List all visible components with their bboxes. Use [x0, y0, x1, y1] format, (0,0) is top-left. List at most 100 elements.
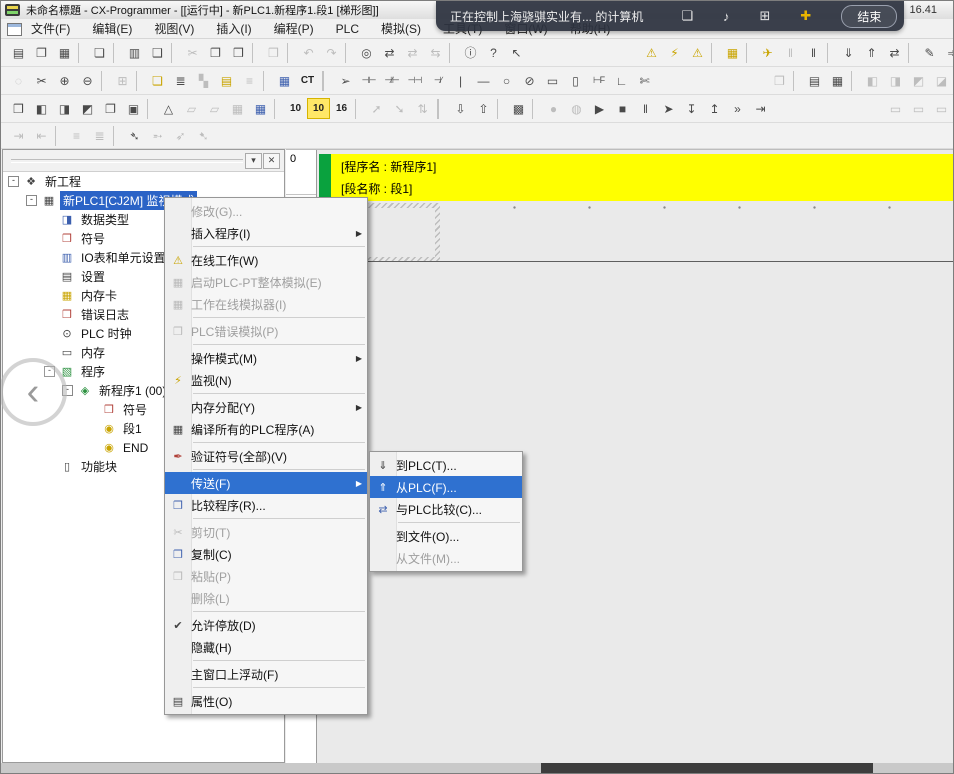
new-document-icon[interactable]: ▤: [7, 42, 30, 63]
cut-icon[interactable]: ✂: [181, 42, 204, 63]
force-off-icon[interactable]: ➘: [388, 98, 411, 119]
open-project-icon[interactable]: ❐: [30, 42, 53, 63]
new-or-closed-contact-icon[interactable]: ⊣∕: [426, 70, 449, 91]
indent-icon[interactable]: ⇥: [7, 125, 30, 146]
window-view-2-icon[interactable]: ◨: [884, 70, 907, 91]
debug-mode-icon[interactable]: ✈: [756, 42, 779, 63]
find-next-icon[interactable]: ⇄: [401, 42, 424, 63]
clock-pulse-icon[interactable]: CT: [296, 70, 319, 91]
new-closed-contact-icon[interactable]: ⊣∕⊢: [380, 70, 403, 91]
menu-program[interactable]: 编程(P): [274, 20, 314, 37]
decimal-monitor-icon[interactable]: 10: [284, 98, 307, 119]
menu-item-compare-program[interactable]: ❐ 比较程序(R)...: [165, 494, 367, 516]
new-pls-instruction-icon[interactable]: ▯: [564, 70, 587, 91]
trace-window-icon[interactable]: ▱: [203, 98, 226, 119]
download-to-plc-icon[interactable]: ⇓: [837, 42, 860, 63]
simulator-settings-icon[interactable]: ▩: [507, 98, 530, 119]
zoom-in-icon[interactable]: ⊕: [53, 70, 76, 91]
menu-item-insert-program[interactable]: 插入程序(I) ▶: [165, 222, 367, 244]
diagram-window-icon[interactable]: ◨: [53, 98, 76, 119]
upload-from-plc-icon[interactable]: ⇑: [860, 42, 883, 63]
menu-item-delete[interactable]: 删除(L): [165, 587, 367, 609]
fb-parameter-icon[interactable]: ∟: [610, 70, 633, 91]
menu-item-work-online-simulator[interactable]: ▦ 工作在线模拟器(I): [165, 293, 367, 315]
sim-stop-icon[interactable]: ■: [611, 98, 634, 119]
panel-close-button[interactable]: ✕: [263, 153, 280, 169]
new-contact-icon[interactable]: ⊣⊢: [357, 70, 380, 91]
go-next-address-icon[interactable]: ➵: [146, 125, 169, 146]
submenu-item-to-plc[interactable]: ⇓ 到PLC(T)...: [370, 454, 522, 476]
fullscreen-icon[interactable]: ❏: [681, 8, 693, 24]
hex-monitor-icon[interactable]: 16: [330, 98, 353, 119]
menu-file[interactable]: 文件(F): [31, 20, 70, 37]
compile-plc-icon[interactable]: ▤: [803, 70, 826, 91]
function-block-invoke-icon[interactable]: ⊢F: [587, 70, 610, 91]
rung-comment-block[interactable]: [程序名 : 新程序1] [段名称 : 段1]: [319, 154, 953, 201]
end-session-button[interactable]: 结束: [841, 5, 897, 28]
menu-item-work-online[interactable]: ⚠ 在线工作(W): [165, 249, 367, 271]
panel-toggle-3-icon[interactable]: ▭: [930, 98, 953, 119]
print-preview-icon[interactable]: ❑: [146, 42, 169, 63]
pause-monitoring-icon[interactable]: ‖: [779, 42, 802, 63]
go-next-output-icon[interactable]: ➶: [169, 125, 192, 146]
transfer-fb-icon[interactable]: ❒: [768, 70, 791, 91]
save-project-icon[interactable]: ▦: [53, 42, 76, 63]
auto-online-icon[interactable]: ⚡: [663, 42, 686, 63]
block-comment-icon[interactable]: ≡: [65, 125, 88, 146]
ladder-monitor-icon[interactable]: ▤: [215, 70, 238, 91]
program-mode-icon[interactable]: ▦: [721, 42, 744, 63]
menu-edit[interactable]: 编辑(E): [92, 20, 132, 37]
transfer-settings-icon[interactable]: ⇩: [449, 98, 472, 119]
rung-comment-list-icon[interactable]: ≣: [88, 125, 111, 146]
find-all-icon[interactable]: ⇆: [424, 42, 447, 63]
menu-item-properties[interactable]: ▤ 属性(O): [165, 690, 367, 712]
menu-insert[interactable]: 插入(I): [216, 20, 251, 37]
tile-window-icon[interactable]: ❐: [99, 98, 122, 119]
clear-breaks-icon[interactable]: ◍: [565, 98, 588, 119]
paste-icon[interactable]: ❒: [227, 42, 250, 63]
menu-item-hide[interactable]: 隐藏(H): [165, 636, 367, 658]
vertical-line-icon[interactable]: |: [449, 70, 472, 91]
window-view-1-icon[interactable]: ◧: [861, 70, 884, 91]
video-progress-bar[interactable]: [1, 763, 953, 773]
tree-item-new-project[interactable]: - ❖ 新工程: [3, 172, 284, 191]
menu-item-memory-allocation[interactable]: 内存分配(Y) ▶: [165, 396, 367, 418]
tree-expander[interactable]: -: [26, 195, 37, 206]
menu-item-modify[interactable]: 修改(G)...: [165, 200, 367, 222]
erase-tool-icon[interactable]: ✄: [633, 70, 656, 91]
menu-item-paste[interactable]: ❒ 粘贴(P): [165, 565, 367, 587]
sim-step-out-icon[interactable]: ↥: [703, 98, 726, 119]
work-online-icon[interactable]: ⚠: [640, 42, 663, 63]
redo-icon[interactable]: ↷: [320, 42, 343, 63]
new-instruction-icon[interactable]: ▭: [541, 70, 564, 91]
menu-item-copy[interactable]: ❐ 复制(C): [165, 543, 367, 565]
menu-item-verify-symbols-all[interactable]: ✒ 验证符号(全部)(V): [165, 445, 367, 467]
new-closed-coil-icon[interactable]: ⊘: [518, 70, 541, 91]
menu-item-compile-all-plc-programs[interactable]: ▦ 编译所有的PLC程序(A): [165, 418, 367, 440]
menu-item-float-in-main-window[interactable]: 主窗口上浮动(F): [165, 663, 367, 685]
data-trace-icon[interactable]: ▦: [226, 98, 249, 119]
go-to-rung-icon[interactable]: ➴: [123, 125, 146, 146]
io-comment-view-icon[interactable]: ▦: [273, 70, 296, 91]
menu-item-operating-mode[interactable]: 操作模式(M) ▶: [165, 347, 367, 369]
send-online-edit-icon[interactable]: ➾: [941, 42, 954, 63]
monitor-window-icon[interactable]: △: [157, 98, 180, 119]
rung-wrap-icon[interactable]: ▚: [192, 70, 215, 91]
signed-decimal-monitor-icon[interactable]: 10: [307, 98, 330, 119]
compile-all-icon[interactable]: ▦: [826, 70, 849, 91]
window-panel-icon[interactable]: ⊞: [760, 8, 771, 24]
back-navigation-overlay[interactable]: ‹: [0, 358, 67, 426]
float-window-icon[interactable]: ◧: [30, 98, 53, 119]
replace-icon[interactable]: ⇄: [378, 42, 401, 63]
submenu-item-from-plc[interactable]: ⇑ 从PLC(F)...: [370, 476, 522, 498]
horizontal-line-icon[interactable]: —: [472, 70, 495, 91]
panel-toggle-1-icon[interactable]: ▭: [884, 98, 907, 119]
go-back-icon[interactable]: ➷: [192, 125, 215, 146]
copy-icon[interactable]: ❐: [204, 42, 227, 63]
undo-icon[interactable]: ↶: [297, 42, 320, 63]
panel-grip[interactable]: [11, 159, 243, 163]
context-help-icon[interactable]: ↖: [505, 42, 528, 63]
sim-pause-icon[interactable]: ‖: [634, 98, 657, 119]
print-icon[interactable]: ▥: [123, 42, 146, 63]
sim-run-to-end-icon[interactable]: ⇥: [749, 98, 772, 119]
